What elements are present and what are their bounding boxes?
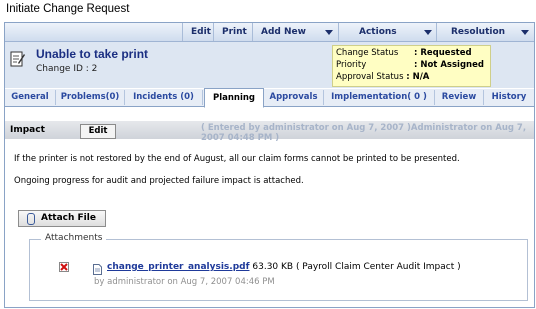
- impact-label: Impact: [10, 125, 45, 135]
- edit-document-icon: [10, 51, 25, 67]
- resolution-label: Resolution: [451, 27, 506, 37]
- attachment-meta: by administrator on Aug 7, 2007 04:46 PM: [94, 277, 275, 287]
- print-button[interactable]: Print: [213, 23, 252, 41]
- add-new-label: Add New: [261, 27, 306, 37]
- entered-by-text: ( Entered by administrator on Aug 7, 200…: [201, 123, 527, 143]
- priority-value: : Not Assigned: [414, 60, 484, 70]
- impact-edit-button[interactable]: Edit: [80, 124, 116, 139]
- tab-approvals[interactable]: Approvals: [264, 90, 324, 105]
- attachment-link[interactable]: change_printer_analysis.pdf: [107, 262, 250, 272]
- change-id: Change ID : 2: [36, 64, 98, 74]
- delete-attachment-icon[interactable]: [59, 262, 69, 272]
- request-title: Unable to take print: [36, 47, 149, 61]
- page-title: Initiate Change Request: [6, 3, 130, 15]
- add-new-menu[interactable]: Add New: [252, 23, 338, 41]
- change-status-row: Change Status : Requested: [336, 48, 472, 58]
- chevron-down-icon: [325, 30, 333, 35]
- request-header: Unable to take print Change ID : 2 Chang…: [5, 42, 534, 88]
- status-box: Change Status : Requested Priority : Not…: [332, 45, 491, 87]
- attachments-group: Attachments change_printer_analysis.pdf …: [29, 233, 528, 301]
- impact-section-header: Impact Edit ( Entered by administrator o…: [5, 121, 534, 143]
- tab-general[interactable]: General: [5, 90, 56, 105]
- actions-menu[interactable]: Actions: [338, 23, 436, 41]
- impact-description: If the printer is not restored by the en…: [14, 154, 460, 164]
- attachment-entry: change_printer_analysis.pdf 63.30 KB ( P…: [107, 262, 461, 272]
- tab-review[interactable]: Review: [435, 90, 484, 105]
- tab-problems[interactable]: Problems(0): [56, 90, 125, 105]
- paperclip-icon: [27, 213, 35, 225]
- attachment-info: 63.30 KB ( Payroll Claim Center Audit Im…: [249, 262, 461, 272]
- impact-progress-note: Ongoing progress for audit and projected…: [14, 176, 304, 186]
- file-icon: [93, 264, 102, 275]
- approval-status-value: : N/A: [406, 72, 430, 82]
- change-request-panel: Edit Print Add New Actions Resolution Un…: [4, 22, 535, 308]
- toolbar: Edit Print Add New Actions Resolution: [5, 23, 534, 42]
- attach-file-label: Attach File: [41, 213, 96, 223]
- approval-status-row: Approval Status : N/A: [336, 72, 429, 82]
- actions-label: Actions: [359, 27, 397, 37]
- tab-bar: General Problems(0) Incidents (0) Planni…: [5, 88, 534, 108]
- change-status-value: : Requested: [414, 48, 472, 58]
- tab-planning[interactable]: Planning: [204, 88, 264, 108]
- priority-row: Priority : Not Assigned: [336, 60, 484, 70]
- change-status-label: Change Status: [336, 48, 399, 58]
- chevron-down-icon: [424, 30, 432, 35]
- tab-incidents[interactable]: Incidents (0): [125, 90, 203, 105]
- approval-status-label: Approval Status: [336, 72, 404, 82]
- edit-button[interactable]: Edit: [182, 23, 213, 41]
- attach-file-button[interactable]: Attach File: [18, 210, 106, 227]
- attachments-legend: Attachments: [41, 233, 107, 243]
- tab-implementation[interactable]: Implementation( 0 ): [324, 90, 435, 105]
- chevron-down-icon: [521, 30, 529, 35]
- resolution-menu[interactable]: Resolution: [436, 23, 534, 41]
- tab-history[interactable]: History: [484, 90, 534, 105]
- priority-label: Priority: [336, 60, 367, 70]
